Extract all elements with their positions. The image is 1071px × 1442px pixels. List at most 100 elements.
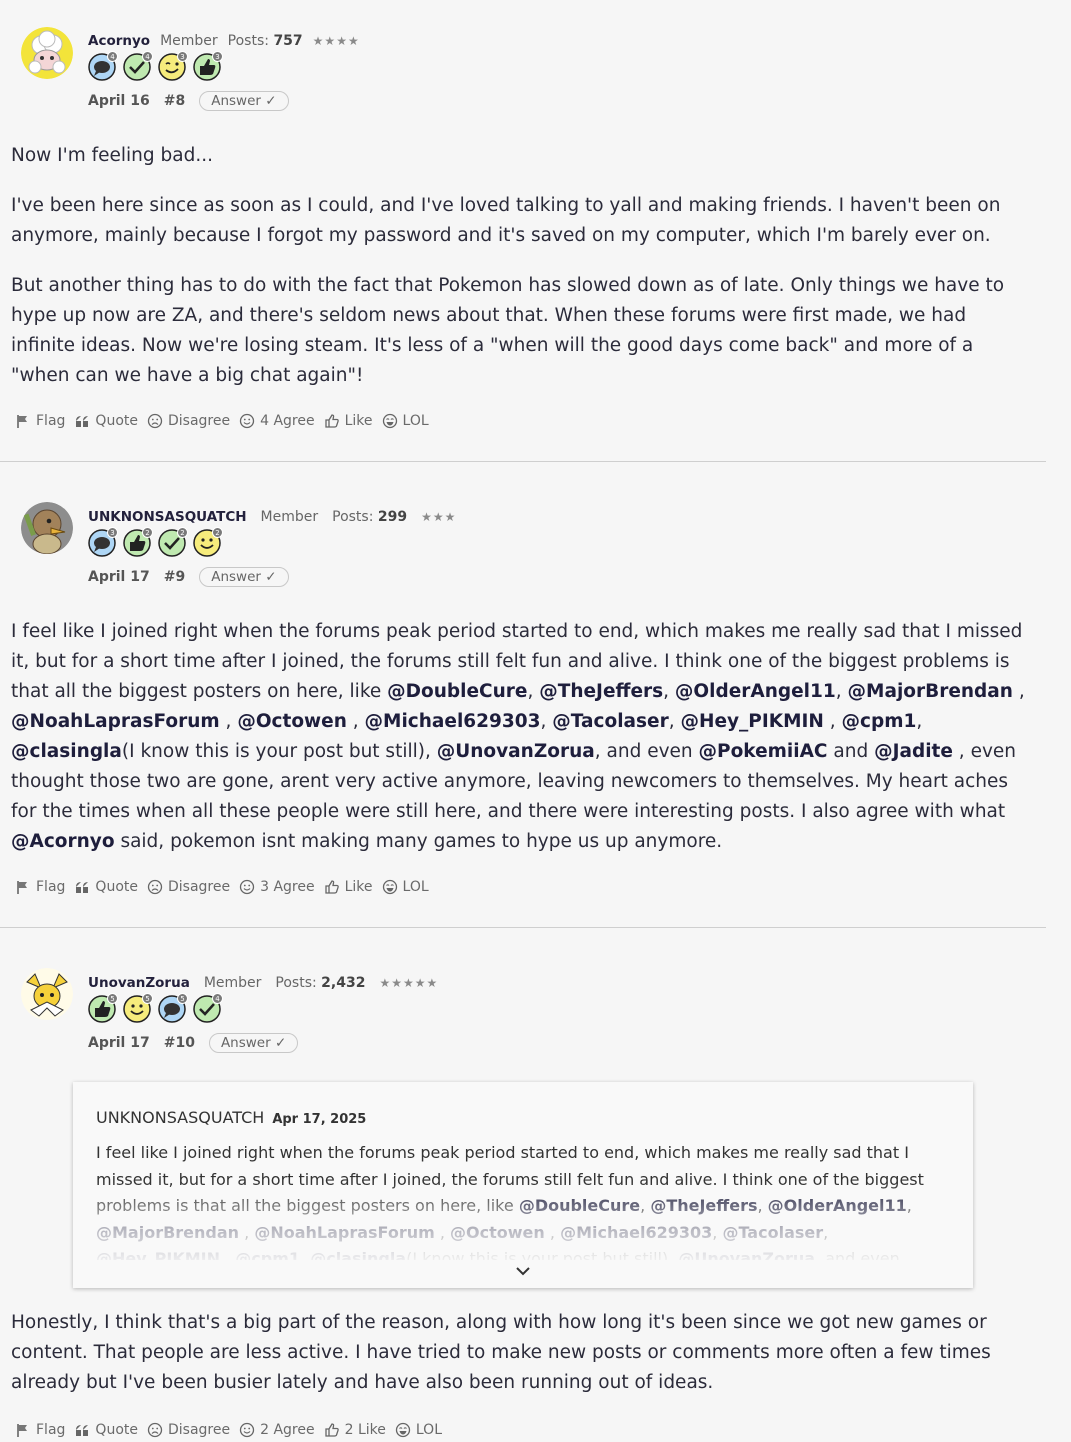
quote-button[interactable]: Quote: [74, 1422, 138, 1438]
post-dateline: April 17 #10 Answer ✓: [88, 1033, 299, 1053]
flag-button[interactable]: Flag: [15, 413, 65, 429]
badge[interactable]: 2: [158, 527, 188, 557]
badge-row: 3 2 2 2: [88, 527, 223, 557]
text-segment: ,: [540, 711, 553, 732]
like-button[interactable]: 2 Like: [324, 1422, 386, 1438]
post-number[interactable]: #9: [164, 569, 185, 585]
posts-label: Posts:: [227, 33, 269, 49]
user-mention[interactable]: @Octowen: [237, 711, 347, 732]
badge[interactable]: 3: [88, 527, 118, 557]
agree-button[interactable]: 2 Agree: [239, 1422, 315, 1438]
quote-button[interactable]: Quote: [74, 413, 138, 429]
user-mention[interactable]: @Jadite: [874, 741, 953, 762]
post-dateline: April 16 #8 Answer ✓: [88, 91, 289, 111]
user-mention[interactable]: @Michael629303: [365, 711, 541, 732]
smile-face-icon: [239, 413, 260, 429]
user-mention[interactable]: @clasingla: [11, 741, 122, 762]
post-date[interactable]: April 17: [88, 569, 150, 585]
badge-row: 4 4 3 3: [88, 51, 223, 81]
paragraph: Honestly, I think that's a big part of t…: [11, 1312, 991, 1393]
badge-count: 3: [107, 527, 118, 538]
user-mention[interactable]: @PokemiiAC: [699, 741, 828, 762]
answer-button[interactable]: Answer ✓: [208, 1033, 299, 1053]
flag-button[interactable]: Flag: [15, 879, 65, 895]
answer-button[interactable]: Answer ✓: [199, 91, 289, 111]
quote-header: UNKNONSASQUATCH Apr 17, 2025: [96, 1108, 366, 1127]
user-mention[interactable]: @MajorBrendan: [848, 681, 1013, 702]
thumbs-up-icon: [324, 413, 345, 429]
smile-face-icon: [239, 1422, 260, 1438]
avatar-farfetchd-icon: [21, 502, 73, 554]
badge[interactable]: 5: [158, 993, 188, 1023]
badge-row: 5 5 5 4: [88, 993, 223, 1023]
lol-button[interactable]: LOL: [395, 1422, 442, 1438]
disagree-button[interactable]: Disagree: [147, 413, 230, 429]
badge[interactable]: 2: [193, 527, 223, 557]
badge-count: 4: [142, 51, 153, 62]
badge[interactable]: 4: [193, 993, 223, 1023]
user-mention[interactable]: @Hey_PIKMIN: [680, 711, 823, 732]
badge[interactable]: 5: [88, 993, 118, 1023]
paragraph: I've been here since as soon as I could,…: [11, 195, 1001, 246]
username[interactable]: Acornyo: [88, 33, 150, 49]
text-segment: ,: [663, 681, 675, 702]
quote-icon: [74, 879, 95, 895]
user-mention[interactable]: @OlderAngel11: [675, 681, 836, 702]
lol-button[interactable]: LOL: [382, 879, 429, 895]
badge[interactable]: 4: [88, 51, 118, 81]
text-segment: , and even: [594, 741, 699, 762]
posts-label: Posts:: [275, 975, 317, 991]
avatar[interactable]: [21, 27, 73, 79]
badge-count: 5: [177, 993, 188, 1004]
post-number[interactable]: #10: [164, 1035, 195, 1051]
user-mention[interactable]: @TheJeffers: [539, 681, 663, 702]
text-segment: ,: [219, 711, 238, 732]
quote-button[interactable]: Quote: [74, 879, 138, 895]
user-mention[interactable]: @DoubleCure: [387, 681, 527, 702]
badge[interactable]: 5: [123, 993, 153, 1023]
user-mention[interactable]: @UnovanZorua: [437, 741, 595, 762]
disagree-button[interactable]: Disagree: [147, 879, 230, 895]
action-label: Like: [344, 413, 373, 429]
user-role: Member: [160, 33, 218, 49]
rank-stars: ★★★★: [312, 34, 360, 48]
post-10: UnovanZorua Member Posts: 2,432 ★★★★★ 5554 …: [0, 928, 1046, 1442]
badge[interactable]: 2: [123, 527, 153, 557]
quote-date[interactable]: Apr 17, 2025: [272, 1112, 366, 1127]
user-meta: UNKNONSASQUATCH Member Posts: 299 ★★★: [88, 508, 456, 526]
answer-button[interactable]: Answer ✓: [199, 567, 289, 587]
quote-author[interactable]: UNKNONSASQUATCH: [96, 1108, 264, 1127]
flag-button[interactable]: Flag: [15, 1422, 65, 1438]
badge[interactable]: 3: [158, 51, 188, 81]
flag-icon: [15, 879, 36, 895]
action-label: 2 Like: [344, 1422, 386, 1438]
lol-button[interactable]: LOL: [382, 413, 429, 429]
avatar[interactable]: [21, 502, 73, 554]
post-number[interactable]: #8: [164, 93, 185, 109]
user-mention[interactable]: @NoahLaprasForum: [11, 711, 220, 732]
username[interactable]: UnovanZorua: [88, 975, 190, 991]
user-mention[interactable]: @Acornyo: [11, 831, 115, 852]
username[interactable]: UNKNONSASQUATCH: [88, 509, 247, 525]
disagree-button[interactable]: Disagree: [147, 1422, 230, 1438]
like-button[interactable]: Like: [324, 879, 373, 895]
like-button[interactable]: Like: [324, 413, 373, 429]
user-mention[interactable]: @cpm1: [842, 711, 917, 732]
avatar-jolteon-icon: [21, 968, 73, 1020]
avatar[interactable]: [21, 968, 73, 1020]
action-label: Flag: [36, 413, 66, 429]
chevron-down-icon[interactable]: [514, 1264, 532, 1278]
user-mention[interactable]: @Tacolaser: [552, 711, 668, 732]
post-date[interactable]: April 17: [88, 1035, 150, 1051]
action-label: Disagree: [167, 1422, 231, 1438]
post-date[interactable]: April 16: [88, 93, 150, 109]
badge[interactable]: 4: [123, 51, 153, 81]
frown-face-icon: [147, 413, 168, 429]
user-meta: Acornyo Member Posts: 757 ★★★★: [88, 32, 360, 50]
agree-button[interactable]: 3 Agree: [239, 879, 315, 895]
action-label: Like: [344, 879, 373, 895]
badge-count: 3: [177, 51, 188, 62]
agree-button[interactable]: 4 Agree: [239, 413, 315, 429]
badge[interactable]: 3: [193, 51, 223, 81]
post-actions: Flag Quote Disagree 3 Agree Like LOL: [0, 875, 1046, 899]
